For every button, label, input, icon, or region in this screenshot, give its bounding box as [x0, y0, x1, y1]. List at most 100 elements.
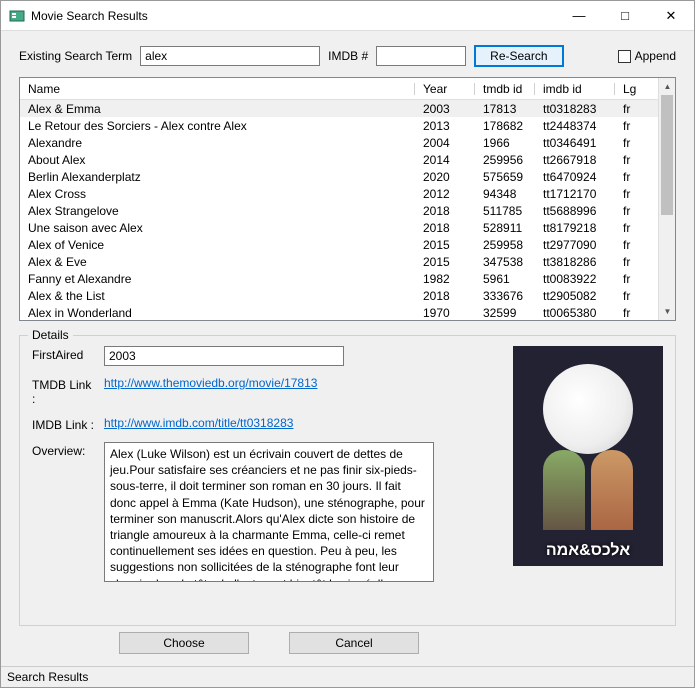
cell-tmdb: 528911 [475, 221, 535, 235]
window: Movie Search Results — □ ✕ Existing Sear… [0, 0, 695, 688]
cell-lg: fr [615, 102, 655, 116]
window-title: Movie Search Results [31, 9, 556, 23]
cell-tmdb: 347538 [475, 255, 535, 269]
cell-tmdb: 333676 [475, 289, 535, 303]
scroll-down-icon[interactable]: ▼ [659, 303, 676, 320]
first-aired-input[interactable] [104, 346, 344, 366]
table-row[interactable]: Fanny et Alexandre19825961tt0083922fr [20, 270, 658, 287]
cell-name: Alexandre [20, 136, 415, 150]
table-row[interactable]: Alex Cross201294348tt1712170fr [20, 185, 658, 202]
table-row[interactable]: Alex Strangelove2018511785tt5688996fr [20, 202, 658, 219]
cell-name: Alex of Venice [20, 238, 415, 252]
details-group: Details FirstAired TMDB Link : http://ww… [19, 335, 676, 626]
imdb-number-label: IMDB # [328, 49, 368, 63]
cell-year: 2018 [415, 221, 475, 235]
cell-name: Alex & Emma [20, 102, 415, 116]
cell-year: 2012 [415, 187, 475, 201]
app-icon [9, 8, 25, 24]
table-row[interactable]: Alex & Eve2015347538tt3818286fr [20, 253, 658, 270]
search-row: Existing Search Term IMDB # Re-Search Ap… [19, 45, 676, 67]
table-row[interactable]: About Alex2014259956tt2667918fr [20, 151, 658, 168]
cell-name: Berlin Alexanderplatz [20, 170, 415, 184]
research-button[interactable]: Re-Search [474, 45, 563, 67]
scroll-up-icon[interactable]: ▲ [659, 78, 676, 95]
cell-imdb: tt6470924 [535, 170, 615, 184]
minimize-button[interactable]: — [556, 1, 602, 31]
cell-lg: fr [615, 289, 655, 303]
imdb-number-input[interactable] [376, 46, 466, 66]
maximize-button[interactable]: □ [602, 1, 648, 31]
table-body: Alex & Emma200317813tt0318283frLe Retour… [20, 100, 658, 320]
first-aired-label: FirstAired [32, 346, 96, 362]
cell-lg: fr [615, 204, 655, 218]
col-header-tmdb[interactable]: tmdb id [475, 80, 535, 98]
table-header: Name Year tmdb id imdb id Lg [20, 78, 658, 100]
details-group-label: Details [28, 328, 73, 342]
tmdb-link-label: TMDB Link : [32, 376, 96, 406]
col-header-lg[interactable]: Lg [615, 80, 655, 98]
cell-tmdb: 5961 [475, 272, 535, 286]
table-row[interactable]: Berlin Alexanderplatz2020575659tt6470924… [20, 168, 658, 185]
col-header-imdb[interactable]: imdb id [535, 80, 615, 98]
cell-tmdb: 17813 [475, 102, 535, 116]
existing-search-input[interactable] [140, 46, 320, 66]
table-row[interactable]: Alex of Venice2015259958tt2977090fr [20, 236, 658, 253]
cell-year: 1970 [415, 306, 475, 320]
table-row[interactable]: Alex in Wonderland197032599tt0065380fr [20, 304, 658, 320]
table-row[interactable]: Une saison avec Alex2018528911tt8179218f… [20, 219, 658, 236]
col-header-year[interactable]: Year [415, 80, 475, 98]
cell-name: Une saison avec Alex [20, 221, 415, 235]
cell-year: 2018 [415, 289, 475, 303]
cell-imdb: tt3818286 [535, 255, 615, 269]
checkbox-icon [618, 50, 631, 63]
cell-lg: fr [615, 272, 655, 286]
cell-name: Alex in Wonderland [20, 306, 415, 320]
cell-name: Alex Strangelove [20, 204, 415, 218]
cell-name: Alex Cross [20, 187, 415, 201]
imdb-link[interactable]: http://www.imdb.com/title/tt0318283 [104, 416, 293, 430]
cell-year: 1982 [415, 272, 475, 286]
cell-year: 2018 [415, 204, 475, 218]
cell-name: About Alex [20, 153, 415, 167]
poster-moon-icon [543, 364, 633, 454]
cell-imdb: tt1712170 [535, 187, 615, 201]
cell-imdb: tt2977090 [535, 238, 615, 252]
cell-tmdb: 94348 [475, 187, 535, 201]
cell-imdb: tt2905082 [535, 289, 615, 303]
cell-tmdb: 178682 [475, 119, 535, 133]
cell-year: 2014 [415, 153, 475, 167]
dialog-buttons: Choose Cancel [19, 626, 676, 660]
cell-lg: fr [615, 170, 655, 184]
cell-lg: fr [615, 238, 655, 252]
cell-year: 2015 [415, 238, 475, 252]
cell-lg: fr [615, 119, 655, 133]
col-header-name[interactable]: Name [20, 80, 415, 98]
cell-tmdb: 259956 [475, 153, 535, 167]
cell-imdb: tt0346491 [535, 136, 615, 150]
append-checkbox[interactable]: Append [618, 49, 676, 63]
table-row[interactable]: Alex & Emma200317813tt0318283fr [20, 100, 658, 117]
tmdb-link[interactable]: http://www.themoviedb.org/movie/17813 [104, 376, 317, 390]
cell-imdb: tt2667918 [535, 153, 615, 167]
cell-name: Fanny et Alexandre [20, 272, 415, 286]
cell-imdb: tt5688996 [535, 204, 615, 218]
close-button[interactable]: ✕ [648, 1, 694, 31]
cell-lg: fr [615, 187, 655, 201]
cell-year: 2003 [415, 102, 475, 116]
table-row[interactable]: Alex & the List2018333676tt2905082fr [20, 287, 658, 304]
cell-year: 2015 [415, 255, 475, 269]
cell-lg: fr [615, 136, 655, 150]
scrollbar[interactable]: ▲ ▼ [658, 78, 675, 320]
cell-lg: fr [615, 153, 655, 167]
cell-imdb: tt2448374 [535, 119, 615, 133]
overview-text[interactable]: Alex (Luke Wilson) est un écrivain couve… [104, 442, 434, 582]
table-row[interactable]: Le Retour des Sorciers - Alex contre Ale… [20, 117, 658, 134]
choose-button[interactable]: Choose [119, 632, 249, 654]
cancel-button[interactable]: Cancel [289, 632, 419, 654]
table-row[interactable]: Alexandre20041966tt0346491fr [20, 134, 658, 151]
cell-tmdb: 32599 [475, 306, 535, 320]
poster-people-icon [513, 450, 663, 530]
scroll-thumb[interactable] [661, 95, 673, 215]
cell-lg: fr [615, 255, 655, 269]
cell-imdb: tt0065380 [535, 306, 615, 320]
